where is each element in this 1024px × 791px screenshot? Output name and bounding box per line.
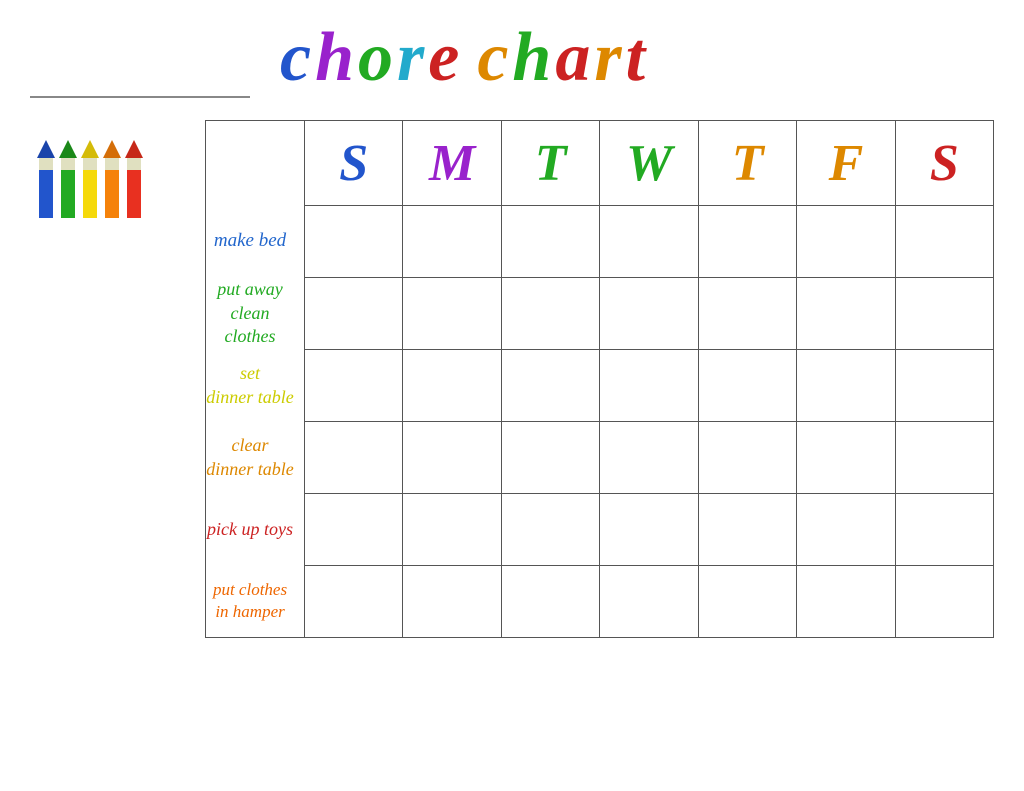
- check-cell[interactable]: [501, 494, 599, 566]
- check-cell[interactable]: [501, 206, 599, 278]
- check-cell[interactable]: [305, 422, 403, 494]
- chart-area: S M T W T F S make bed: [30, 120, 994, 638]
- title-letter-h: h: [315, 18, 356, 98]
- chore-row-clear-dinner-table: cleardinner table: [206, 422, 994, 494]
- day-monday: M: [403, 121, 502, 206]
- check-cell[interactable]: [403, 278, 502, 350]
- chore-row-set-dinner-table: setdinner table: [206, 350, 994, 422]
- day-wednesday: W: [600, 121, 699, 206]
- check-cell[interactable]: [501, 566, 599, 638]
- check-cell[interactable]: [895, 494, 993, 566]
- check-cell[interactable]: [403, 422, 502, 494]
- check-cell[interactable]: [600, 566, 699, 638]
- chore-label-put-clothes-hamper: put clothesin hamper: [206, 566, 305, 638]
- name-line: [30, 68, 250, 98]
- chore-label-put-away-clothes: put awayclean clothes: [206, 278, 305, 350]
- corner-cell: [206, 121, 305, 206]
- check-cell[interactable]: [698, 206, 796, 278]
- check-cell[interactable]: [403, 206, 502, 278]
- check-cell[interactable]: [698, 494, 796, 566]
- crayon-yellow: [81, 140, 99, 220]
- check-cell[interactable]: [305, 350, 403, 422]
- check-cell[interactable]: [600, 278, 699, 350]
- check-cell[interactable]: [895, 422, 993, 494]
- title-letter-t: t: [626, 18, 647, 98]
- title-letter-c2: c: [477, 18, 510, 98]
- check-cell[interactable]: [895, 206, 993, 278]
- title-letter-r2: r: [594, 18, 623, 98]
- crayon-red: [125, 140, 143, 220]
- day-header-row: S M T W T F S: [206, 121, 994, 206]
- check-cell[interactable]: [698, 422, 796, 494]
- check-cell[interactable]: [698, 350, 796, 422]
- crayon-orange: [103, 140, 121, 220]
- check-cell[interactable]: [698, 278, 796, 350]
- day-saturday: S: [895, 121, 993, 206]
- chore-row-make-bed: make bed: [206, 206, 994, 278]
- check-cell[interactable]: [797, 494, 895, 566]
- chore-row-put-away-clothes: put awayclean clothes: [206, 278, 994, 350]
- day-friday: F: [797, 121, 895, 206]
- chore-label-set-dinner-table: setdinner table: [206, 350, 305, 422]
- check-cell[interactable]: [895, 566, 993, 638]
- check-cell[interactable]: [797, 278, 895, 350]
- check-cell[interactable]: [600, 422, 699, 494]
- crayon-blue: [37, 140, 55, 220]
- chore-label-pick-up-toys: pick up toys: [206, 494, 305, 566]
- check-cell[interactable]: [895, 350, 993, 422]
- left-column: [30, 120, 205, 638]
- check-cell[interactable]: [797, 350, 895, 422]
- day-sunday: S: [305, 121, 403, 206]
- check-cell[interactable]: [403, 566, 502, 638]
- check-cell[interactable]: [600, 494, 699, 566]
- check-cell[interactable]: [797, 206, 895, 278]
- title-letter-h2: h: [512, 18, 553, 98]
- check-cell[interactable]: [305, 206, 403, 278]
- check-cell[interactable]: [305, 494, 403, 566]
- chore-row-put-clothes-hamper: put clothesin hamper: [206, 566, 994, 638]
- check-cell[interactable]: [797, 566, 895, 638]
- check-cell[interactable]: [600, 206, 699, 278]
- check-cell[interactable]: [403, 350, 502, 422]
- check-cell[interactable]: [403, 494, 502, 566]
- page: c h o r e c h a r t: [0, 0, 1024, 791]
- header: c h o r e c h a r t: [30, 18, 994, 102]
- crayons-area: [30, 120, 205, 220]
- chore-label-make-bed: make bed: [206, 206, 305, 278]
- check-cell[interactable]: [305, 566, 403, 638]
- crayon-green: [59, 140, 77, 220]
- chart-title: c h o r e c h a r t: [280, 18, 647, 98]
- title-letter-o: o: [358, 18, 395, 98]
- check-cell[interactable]: [698, 566, 796, 638]
- day-thursday: T: [698, 121, 796, 206]
- chore-table: S M T W T F S make bed: [205, 120, 994, 638]
- chore-label-clear-dinner-table: cleardinner table: [206, 422, 305, 494]
- title-letter-c: c: [280, 18, 313, 98]
- title-letter-r: r: [397, 18, 426, 98]
- check-cell[interactable]: [895, 278, 993, 350]
- check-cell[interactable]: [501, 350, 599, 422]
- grid-container: S M T W T F S make bed: [205, 120, 994, 638]
- chore-row-pick-up-toys: pick up toys: [206, 494, 994, 566]
- check-cell[interactable]: [797, 422, 895, 494]
- title-letter-e: e: [428, 18, 461, 98]
- check-cell[interactable]: [600, 350, 699, 422]
- check-cell[interactable]: [305, 278, 403, 350]
- title-letter-a: a: [555, 18, 592, 98]
- title-space: [463, 43, 475, 90]
- check-cell[interactable]: [501, 422, 599, 494]
- day-tuesday: T: [501, 121, 599, 206]
- check-cell[interactable]: [501, 278, 599, 350]
